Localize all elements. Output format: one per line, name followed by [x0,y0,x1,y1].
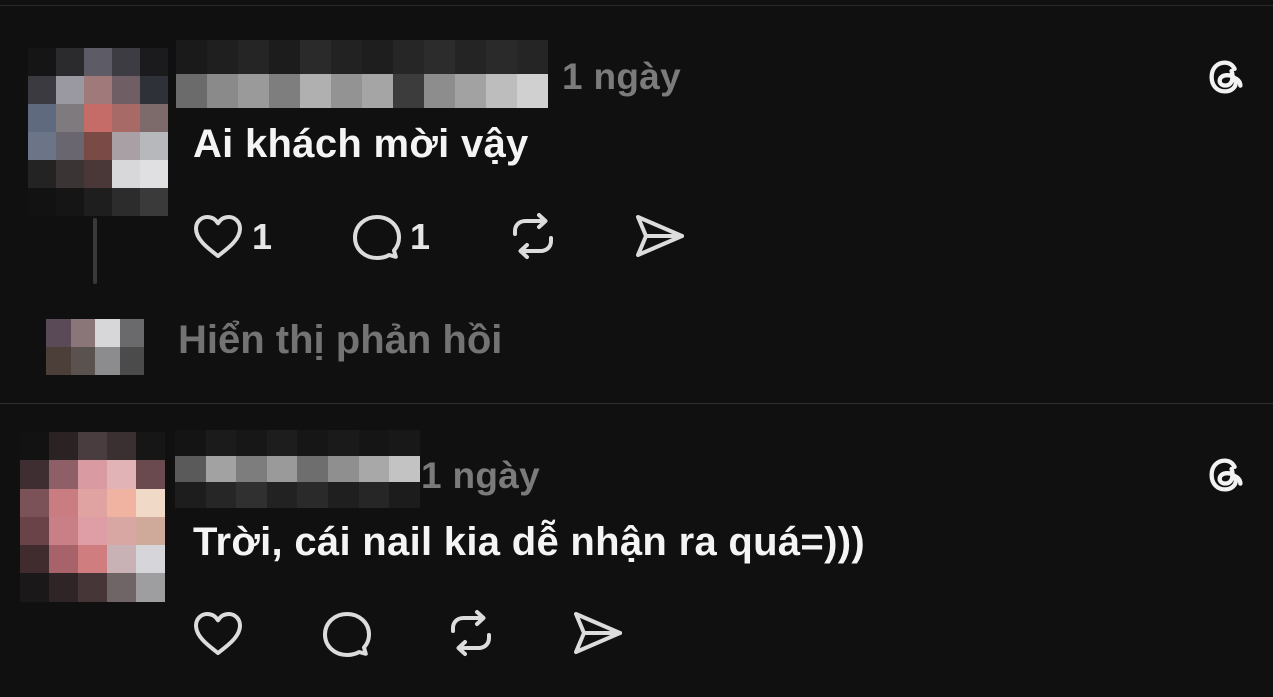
reply-avatar[interactable] [46,319,144,375]
like-button[interactable]: 1 [192,213,272,261]
top-divider [0,5,1273,6]
threads-icon[interactable] [1203,452,1249,498]
show-replies-link[interactable]: Hiển thị phản hồi [178,318,502,363]
repost-button[interactable] [444,609,498,657]
reply-button[interactable]: 1 [350,213,430,261]
comment-icon [353,215,401,260]
heart-icon [194,215,242,258]
reply-button[interactable] [320,610,372,658]
threads-icon[interactable] [1203,54,1249,100]
comment-icon [323,612,371,657]
username[interactable] [175,430,420,508]
share-button[interactable] [570,609,624,657]
like-button[interactable] [192,610,244,658]
share-button[interactable] [632,212,686,260]
share-icon [636,215,684,257]
repost-button[interactable] [506,212,560,260]
timestamp: 1 ngày [421,455,541,496]
thread-line [93,218,97,284]
comment-text: Trời, cái nail kia dễ nhận ra quá=))) [193,520,865,564]
share-icon [574,612,622,654]
timestamp: 1 ngày [562,56,682,97]
repost-icon [513,213,553,259]
avatar[interactable] [28,48,168,216]
repost-icon [451,610,491,656]
reply-count: 1 [410,216,431,257]
heart-icon [194,612,242,655]
username[interactable] [176,40,548,108]
avatar[interactable] [20,432,165,602]
comment-text: Ai khách mời vậy [193,122,529,166]
like-count: 1 [252,216,273,257]
comment-divider [0,403,1273,404]
